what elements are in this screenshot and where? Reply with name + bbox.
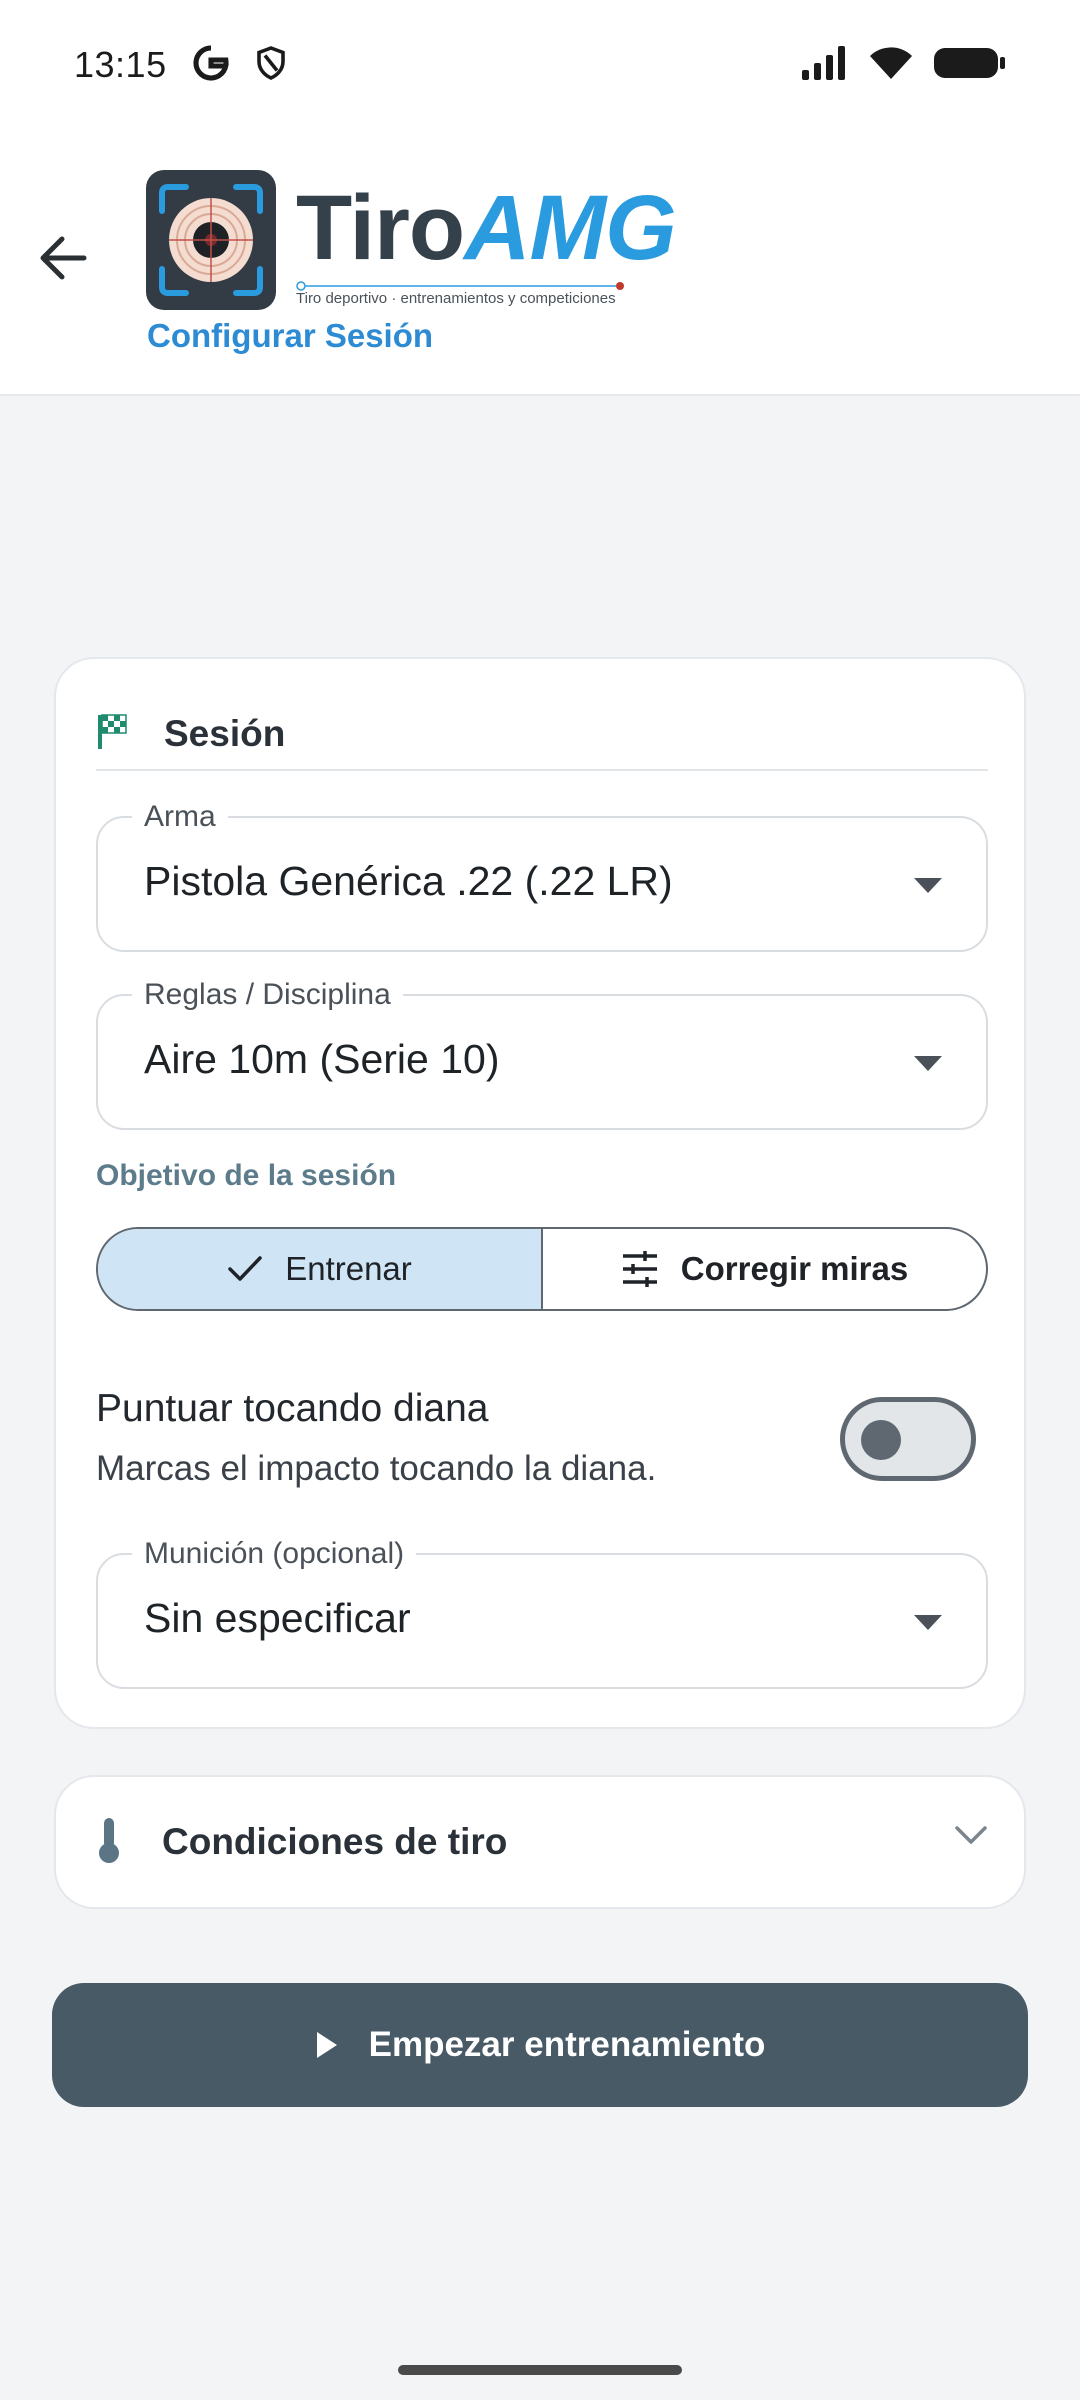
wifi-icon (868, 45, 914, 86)
ammo-value: Sin especificar (144, 1595, 411, 1641)
objective-label: Objetivo de la sesión (96, 1159, 397, 1192)
weapon-label: Arma (132, 801, 228, 833)
home-indicator[interactable] (398, 2365, 682, 2375)
thermometer-icon (96, 1816, 122, 1869)
battery-icon (934, 46, 1006, 85)
status-left: 13:15 (74, 44, 287, 86)
logo-divider (296, 278, 626, 291)
logo-title: TiroAMG (296, 182, 677, 274)
session-card: Sesión Arma Pistola Genérica .22 (.22 LR… (54, 657, 1026, 1729)
ammo-select[interactable]: Munición (opcional) Sin especificar (96, 1538, 988, 1689)
rules-value: Aire 10m (Serie 10) (144, 1036, 500, 1082)
logo-title-part1: Tiro (296, 177, 465, 279)
back-button[interactable] (30, 225, 96, 291)
target-logo-icon (146, 170, 276, 310)
touch-scoring-title: Puntuar tocando diana (96, 1387, 489, 1430)
logo-subtitle: Tiro deportivo · entrenamientos y compet… (296, 290, 616, 307)
objective-option-sights[interactable]: Corregir miras (543, 1229, 986, 1309)
conditions-title: Condiciones de tiro (162, 1821, 508, 1862)
touch-scoring-switch[interactable] (840, 1397, 976, 1481)
logo-title-part2: AMG (464, 177, 677, 279)
chevron-down-icon (954, 1825, 988, 1850)
start-training-button[interactable]: Empezar entrenamiento (52, 1983, 1028, 2107)
touch-scoring-subtitle: Marcas el impacto tocando la diana. (96, 1449, 657, 1488)
conditions-card[interactable]: Condiciones de tiro (54, 1775, 1026, 1909)
status-bar: 13:15 (0, 0, 1080, 130)
shield-icon (255, 45, 287, 86)
start-training-label: Empezar entrenamiento (368, 2025, 766, 2064)
check-icon (228, 1256, 262, 1281)
google-icon (193, 44, 229, 86)
weapon-value: Pistola Genérica .22 (.22 LR) (144, 858, 673, 904)
rules-label: Reglas / Disciplina (132, 979, 403, 1011)
arrow-left-icon (40, 236, 87, 280)
objective-option-sights-label: Corregir miras (680, 1250, 909, 1287)
rules-select[interactable]: Reglas / Disciplina Aire 10m (Serie 10) (96, 979, 988, 1130)
dropdown-arrow-icon (914, 878, 942, 899)
checkered-flag-icon (96, 713, 130, 756)
ammo-label: Munición (opcional) (132, 1538, 417, 1570)
conditions-header: Condiciones de tiro (96, 1777, 988, 1907)
page-title: Configurar Sesión (147, 317, 434, 354)
objective-option-train-label: Entrenar (285, 1250, 412, 1287)
play-icon (316, 2032, 337, 2058)
objective-segmented-control: Entrenar Corregir miras (96, 1227, 988, 1311)
app-bar: TiroAMG Tiro deportivo · entrenamientos … (0, 130, 1080, 396)
logo-text: TiroAMG Tiro deportivo · entrenamientos … (296, 182, 677, 307)
session-card-title: Sesión (164, 713, 286, 754)
tune-icon (622, 1251, 657, 1287)
screen: 13:15 TiroAMG Tiro deportivo · entrenami… (0, 0, 1080, 2400)
objective-option-train[interactable]: Entrenar (98, 1229, 543, 1309)
status-time: 13:15 (74, 44, 167, 85)
status-right (802, 45, 1006, 86)
signal-icon (802, 45, 848, 85)
weapon-select[interactable]: Arma Pistola Genérica .22 (.22 LR) (96, 801, 988, 952)
dropdown-arrow-icon (914, 1056, 942, 1077)
switch-knob (861, 1420, 901, 1460)
dropdown-arrow-icon (914, 1615, 942, 1636)
session-card-header: Sesión (96, 699, 988, 771)
app-logo: TiroAMG Tiro deportivo · entrenamientos … (146, 170, 677, 310)
